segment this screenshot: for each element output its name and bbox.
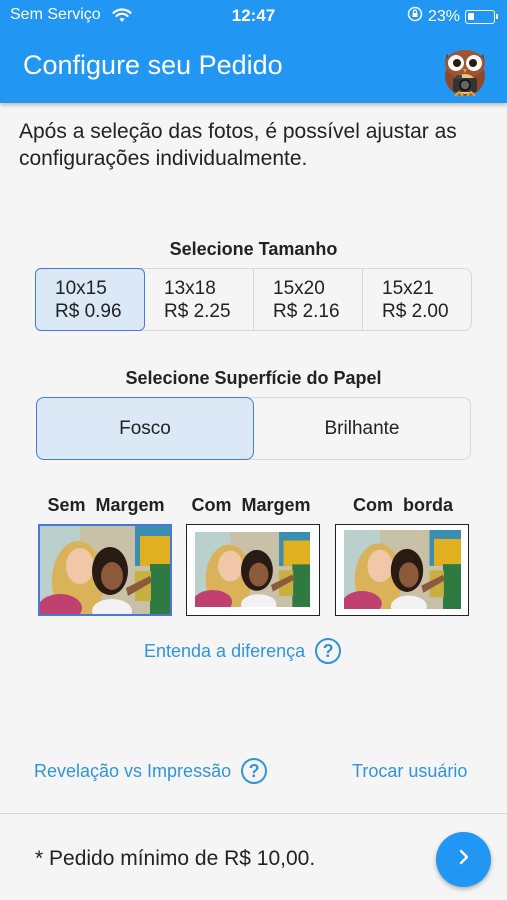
sample-photo	[195, 532, 310, 607]
revelacao-link-label: Revelação vs Impressão	[34, 760, 232, 781]
question-circle-icon[interactable]: ?	[241, 758, 268, 784]
surface-section-label: Selecione Superfície do Papel	[125, 368, 382, 388]
size-option-label: 10x15	[55, 277, 107, 299]
intro-text: Após a seleção das fotos, é possível aju…	[19, 120, 457, 170]
size-section-label: Selecione Tamanho	[169, 239, 338, 259]
margin-option-sem-margem[interactable]	[38, 524, 172, 616]
size-option-15x20[interactable]: 15x20 R$ 2.16	[254, 269, 363, 330]
margin-option-label: Com Margem	[191, 495, 311, 515]
margin-option-label: Com borda	[352, 495, 453, 515]
size-option-price: R$ 2.16	[273, 300, 340, 322]
size-option-label: 15x21	[382, 277, 434, 299]
margin-option-com-borda[interactable]	[335, 524, 469, 616]
difference-link[interactable]: Entenda a diferença ?	[144, 638, 342, 664]
sample-photo	[344, 530, 461, 609]
status-bar: Sem Serviço 12:47 23%	[0, 6, 507, 26]
footer-bar: * Pedido mínimo de R$ 10,00.	[0, 813, 507, 900]
surface-selector: Fosco Brilhante	[36, 397, 471, 460]
trocar-usuario-label: Trocar usuário	[352, 761, 468, 781]
sample-photo	[40, 526, 170, 614]
next-button[interactable]	[436, 832, 491, 887]
battery-icon	[465, 9, 498, 24]
trocar-usuario-link[interactable]: Trocar usuário	[352, 761, 467, 782]
size-option-price: R$ 2.25	[164, 300, 231, 322]
page-title: Configure seu Pedido	[23, 50, 283, 80]
margin-option-label: Sem Margem	[47, 495, 165, 515]
chevron-right-icon	[457, 849, 471, 870]
surface-option-fosco[interactable]: Fosco	[36, 397, 254, 460]
size-option-10x15[interactable]: 10x15 R$ 0.96	[35, 268, 145, 331]
size-option-price: R$ 0.96	[55, 300, 122, 322]
surface-option-brilhante[interactable]: Brilhante	[254, 398, 470, 459]
question-circle-icon[interactable]: ?	[315, 638, 342, 664]
revelacao-link[interactable]: Revelação vs Impressão ?	[34, 758, 268, 784]
size-option-price: R$ 2.00	[382, 300, 449, 322]
size-option-label: 15x20	[273, 277, 325, 299]
size-selector: 10x15 R$ 0.96 13x18 R$ 2.25 15x20 R$ 2.1…	[35, 268, 472, 331]
margin-option-com-margem[interactable]	[186, 524, 320, 616]
owl-camera-logo	[437, 40, 493, 100]
size-option-13x18[interactable]: 13x18 R$ 2.25	[145, 269, 254, 330]
minimum-order-text: * Pedido mínimo de R$ 10,00.	[35, 847, 316, 870]
battery-percent: 23%	[427, 7, 460, 25]
size-option-15x21[interactable]: 15x21 R$ 2.00	[363, 269, 471, 330]
size-option-label: 13x18	[164, 277, 216, 299]
orientation-lock-icon	[407, 6, 423, 27]
app-header: Sem Serviço 12:47 23% Configure seu Pedi…	[0, 0, 507, 103]
difference-link-label: Entenda a diferença	[144, 640, 306, 661]
